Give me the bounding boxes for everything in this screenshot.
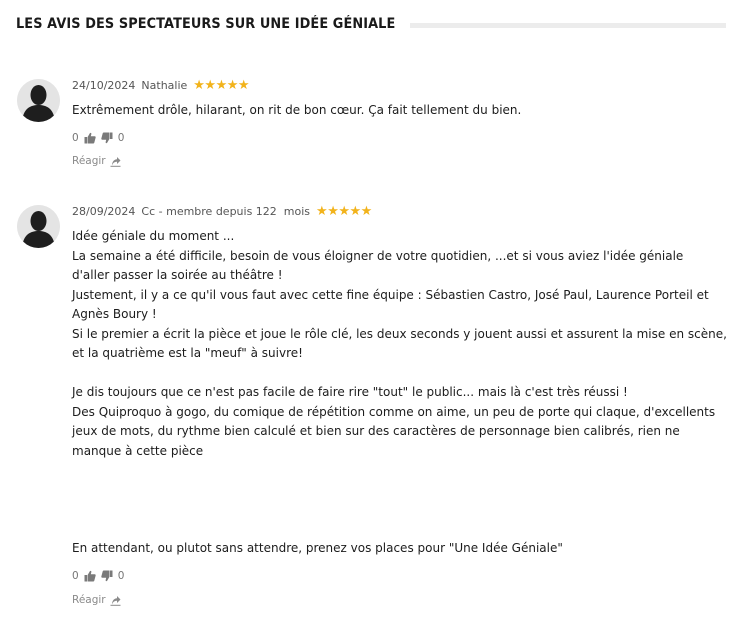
thumbs-up-icon[interactable] [84, 132, 96, 144]
section-title: LES AVIS DES SPECTATEURS SUR UNE IDÉE GÉ… [16, 16, 396, 32]
review-line: En attendant, ou plutot sans attendre, p… [72, 541, 563, 555]
like-count: 0 [72, 132, 79, 144]
react-label: Réagir [72, 155, 106, 167]
reply-arrow-icon [110, 595, 121, 606]
review-text: Extrêmement drôle, hilarant, on rit de b… [72, 101, 732, 121]
like-count: 0 [72, 570, 79, 582]
review-author: Nathalie [141, 79, 188, 92]
section-title-underline [410, 22, 726, 28]
thumbs-up-icon[interactable] [84, 570, 96, 582]
section-header: LES AVIS DES SPECTATEURS SUR UNE IDÉE GÉ… [16, 14, 726, 34]
react-label: Réagir [72, 594, 106, 606]
review-date: 28/09/2024 [72, 205, 136, 218]
user-silhouette-icon [17, 205, 60, 248]
review-line: Si le premier a écrit la pièce et joue l… [72, 326, 727, 361]
avatar [17, 79, 60, 122]
review-author: Cc - membre depuis 122 mois [141, 205, 311, 218]
vote-row: 0 0 [72, 570, 124, 582]
avatar [17, 205, 60, 248]
reply-arrow-icon [110, 156, 121, 167]
thumbs-down-icon[interactable] [100, 570, 113, 582]
review-line: Justement, il y a ce qu'il vous faut ave… [72, 287, 709, 322]
rating-stars: ★★★★★ [316, 204, 372, 219]
review-line: Je dis toujours que ce n'est pas facile … [72, 385, 628, 399]
review-meta: 24/10/2024 Nathalie ★★★★★ [72, 78, 250, 93]
react-button[interactable]: Réagir [72, 594, 122, 606]
review-line: Idée géniale du moment ... [72, 229, 235, 243]
user-silhouette-icon [17, 79, 60, 122]
react-button[interactable]: Réagir [72, 155, 122, 167]
review-date: 24/10/2024 [72, 79, 136, 92]
review-meta: 28/09/2024 Cc - membre depuis 122 mois ★… [72, 205, 372, 218]
thumbs-down-icon[interactable] [100, 132, 113, 144]
review-line: La semaine a été difficile, besoin de vo… [72, 248, 684, 283]
dislike-count: 0 [117, 132, 125, 144]
review-text: Idée géniale du moment ... La semaine a … [72, 227, 732, 559]
vote-row: 0 0 [72, 132, 124, 144]
dislike-count: 0 [117, 570, 125, 582]
review-line: Extrêmement drôle, hilarant, on rit de b… [72, 103, 522, 117]
rating-stars: ★★★★★ [193, 78, 250, 93]
review-line: Des Quiproquo à gogo, du comique de répé… [72, 404, 716, 458]
